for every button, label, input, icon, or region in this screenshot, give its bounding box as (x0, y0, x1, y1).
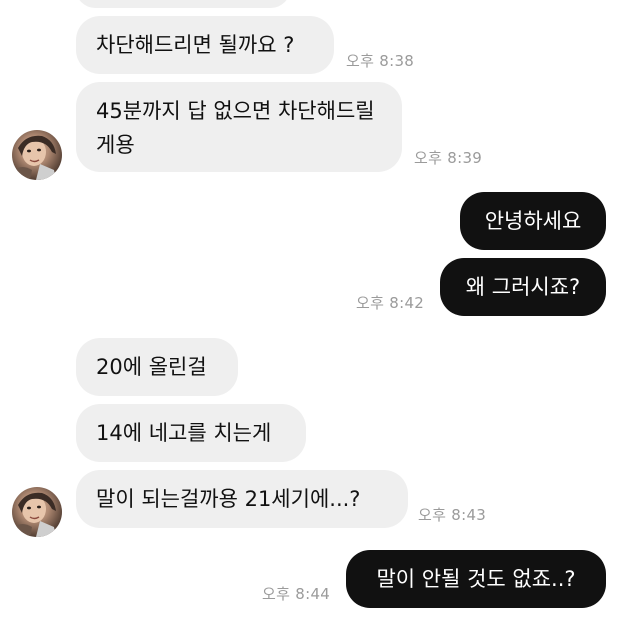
message-timestamp: 오후 8:38 (346, 52, 415, 70)
message-text: 안녕하세요 (484, 208, 582, 233)
message-bubble-incoming[interactable]: 말이 되는걸까용 21세기에...? (76, 470, 408, 528)
message-bubble-incoming[interactable]: 45분까지 답 없으면 차단해드릴게용 (76, 82, 402, 172)
message-bubble-incoming[interactable] (76, 0, 290, 8)
message-bubble-outgoing[interactable]: 말이 안될 것도 없죠..? (346, 550, 606, 608)
avatar-photo-icon (12, 492, 56, 537)
chat-thread: 차단해드리면 될까요 ? 오후 8:38 45분까지 답 없으면 차단해드릴게용… (0, 0, 620, 620)
message-bubble-outgoing[interactable]: 왜 그러시죠? (440, 258, 606, 316)
message-text: 말이 되는걸까용 21세기에...? (96, 486, 361, 511)
message-text: 말이 안될 것도 없죠..? (376, 566, 576, 591)
message-bubble-outgoing[interactable]: 안녕하세요 (460, 192, 606, 250)
message-text: 45분까지 답 없으면 차단해드릴게용 (96, 99, 375, 157)
message-timestamp: 오후 8:44 (262, 585, 331, 603)
message-bubble-incoming[interactable]: 14에 네고를 치는게 (76, 404, 306, 462)
message-timestamp: 오후 8:42 (356, 294, 425, 312)
sender-avatar[interactable] (12, 487, 62, 537)
message-text: 20에 올린걸 (96, 354, 207, 379)
sender-avatar[interactable] (12, 130, 62, 180)
message-timestamp: 오후 8:43 (418, 506, 487, 524)
message-bubble-incoming[interactable]: 차단해드리면 될까요 ? (76, 16, 334, 74)
message-text: 14에 네고를 치는게 (96, 420, 272, 445)
message-text: 차단해드리면 될까요 ? (96, 32, 295, 57)
message-timestamp: 오후 8:39 (414, 149, 483, 167)
avatar-photo-icon (12, 135, 56, 180)
message-text: 왜 그러시죠? (465, 274, 581, 299)
message-bubble-incoming[interactable]: 20에 올린걸 (76, 338, 238, 396)
